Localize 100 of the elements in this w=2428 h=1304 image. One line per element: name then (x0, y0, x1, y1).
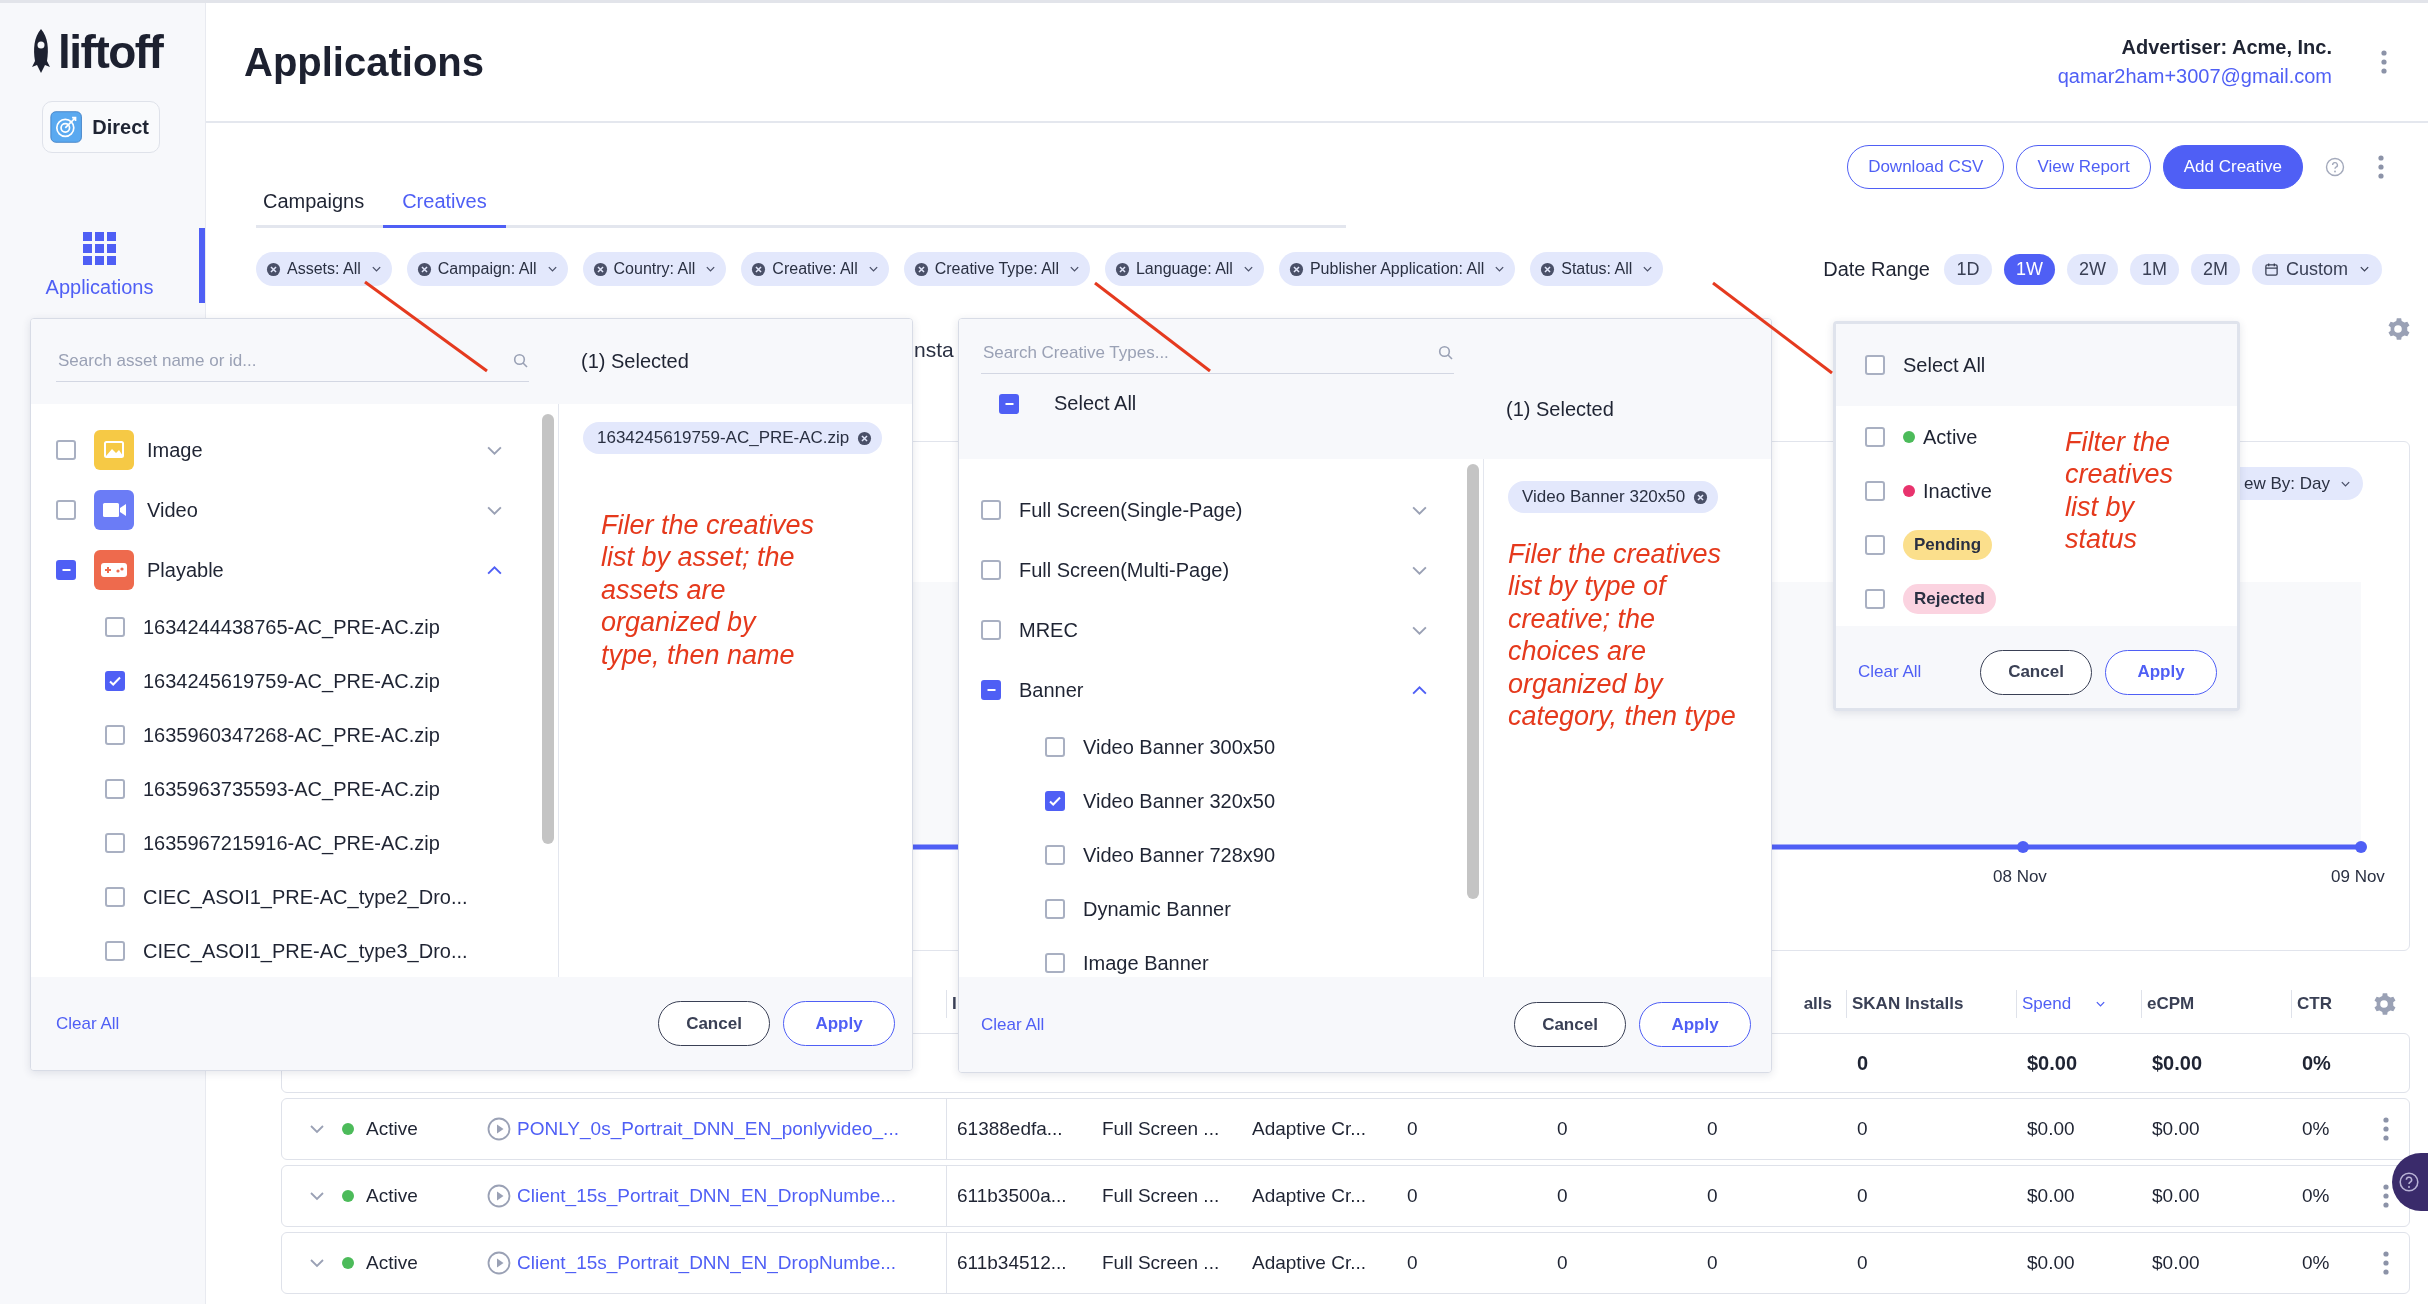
expand-icon[interactable] (309, 1191, 325, 1201)
clear-icon[interactable] (751, 261, 767, 277)
list-item-label[interactable]: CIEC_ASOI1_PRE-AC_type3_Dro... (143, 939, 468, 963)
action-button[interactable]: Download CSV (1847, 145, 2005, 189)
email-link[interactable]: qamar2ham+3007@gmail.com (2057, 65, 2332, 88)
list-item-label[interactable]: MREC (1019, 618, 1078, 642)
checkbox[interactable] (981, 560, 1001, 580)
clear-icon[interactable] (1288, 261, 1304, 277)
list-item-label[interactable]: 1634245619759-AC_PRE-AC.zip (143, 669, 440, 693)
view-by-dropdown[interactable]: ew By: Day (2238, 467, 2363, 500)
checkbox[interactable] (105, 887, 125, 907)
checkbox[interactable] (981, 500, 1001, 520)
list-item-label[interactable]: Banner (1019, 678, 1084, 702)
list-item-label[interactable]: Video Banner 320x50 (1083, 789, 1275, 813)
date-range-option[interactable]: 1W (2003, 253, 2055, 285)
filter-chip[interactable]: Language: All (1104, 252, 1264, 286)
more-icon[interactable] (2377, 154, 2385, 180)
tab[interactable]: Creatives (383, 190, 506, 228)
apply-button[interactable]: Apply (2105, 649, 2217, 695)
list-item-label[interactable]: Image Banner (1083, 951, 1209, 975)
remove-icon[interactable] (857, 430, 873, 446)
clear-icon[interactable] (416, 261, 432, 277)
more-icon[interactable] (2381, 1116, 2390, 1142)
checkbox[interactable] (981, 620, 1001, 640)
more-icon[interactable] (2381, 1250, 2390, 1276)
chevron-down-icon[interactable] (1411, 504, 1428, 516)
checkbox[interactable] (1865, 481, 1885, 501)
sort-caret-icon[interactable] (2095, 999, 2107, 1008)
checkbox[interactable] (1865, 535, 1885, 555)
custom-date-dropdown[interactable]: Custom (2252, 253, 2382, 285)
filter-chip[interactable]: Creative Type: All (903, 252, 1090, 286)
remove-icon[interactable] (1693, 489, 1709, 505)
list-item-label[interactable]: Dynamic Banner (1083, 897, 1231, 921)
clear-icon[interactable] (1540, 261, 1556, 277)
apply-button[interactable]: Apply (1639, 1002, 1751, 1047)
column-header[interactable]: Spend (2016, 989, 2141, 1018)
status-option[interactable]: Inactive (1923, 479, 1992, 503)
checkbox[interactable] (981, 680, 1001, 700)
metric-tab[interactable]: nsta (914, 338, 954, 362)
list-item-label[interactable]: CIEC_ASOI1_PRE-AC_type2_Dro... (143, 885, 468, 909)
cancel-button[interactable]: Cancel (1980, 649, 2092, 695)
account-button[interactable]: Direct (42, 101, 160, 153)
filter-chip[interactable]: Publisher Application: All (1278, 252, 1516, 286)
checkbox[interactable] (1045, 791, 1065, 811)
clear-all-link[interactable]: Clear All (56, 1013, 120, 1034)
cancel-button[interactable]: Cancel (1514, 1002, 1626, 1047)
checkbox[interactable] (56, 560, 76, 580)
column-header[interactable]: SKAN Installs (1846, 989, 2016, 1018)
list-item-label[interactable]: 1634244438765-AC_PRE-AC.zip (143, 615, 440, 639)
list-item-label[interactable]: Full Screen(Multi-Page) (1019, 558, 1230, 582)
clear-all-link[interactable]: Clear All (981, 1014, 1045, 1035)
checkbox[interactable] (1045, 953, 1065, 973)
checkbox[interactable] (56, 440, 76, 460)
checkbox[interactable] (999, 393, 1019, 414)
select-all-label[interactable]: Select All (1903, 353, 1986, 377)
select-all-label[interactable]: Select All (1054, 392, 1137, 415)
checkbox[interactable] (105, 671, 125, 691)
list-item-label[interactable]: 1635963735593-AC_PRE-AC.zip (143, 777, 440, 801)
list-item-label[interactable]: Video (147, 498, 198, 522)
list-item-label[interactable]: Image (147, 438, 203, 462)
help-icon[interactable] (2325, 157, 2345, 177)
more-icon[interactable] (2380, 49, 2388, 75)
selected-chip[interactable]: Video Banner 320x50 (1508, 481, 1719, 513)
clear-icon[interactable] (266, 261, 281, 277)
filter-chip[interactable]: Creative: All (741, 252, 889, 286)
chevron-down-icon[interactable] (1411, 624, 1428, 636)
tab[interactable]: Campaigns (256, 190, 384, 228)
chevron-down-icon[interactable] (486, 504, 503, 516)
filter-chip[interactable]: Assets: All (256, 252, 392, 286)
checkbox[interactable] (105, 941, 125, 961)
list-item-label[interactable]: Video Banner 300x50 (1083, 735, 1275, 759)
column-header[interactable]: eCPM (2141, 989, 2291, 1018)
list-item-label[interactable]: Video Banner 728x90 (1083, 843, 1275, 867)
date-range-option[interactable]: 1D (1943, 253, 1992, 285)
creative-name-link[interactable]: Client_15s_Portrait_DNN_EN_DropNumbe... (517, 1185, 897, 1207)
scrollbar[interactable] (542, 414, 554, 844)
checkbox[interactable] (105, 833, 125, 853)
search-field[interactable]: Search Creative Types... (981, 342, 1438, 364)
add-button[interactable]: Add Creative (2162, 145, 2303, 189)
creative-name-link[interactable]: PONLY_0s_Portrait_DNN_EN_ponlyvideo_... (517, 1118, 899, 1140)
chevron-down-icon[interactable] (1411, 564, 1428, 576)
list-item-label[interactable]: Full Screen(Single-Page) (1019, 498, 1243, 522)
scrollbar[interactable] (1467, 464, 1479, 899)
status-badge[interactable]: Pending (1903, 530, 1993, 560)
checkbox[interactable] (105, 779, 125, 799)
checkbox[interactable] (56, 500, 76, 520)
date-range-option[interactable]: 2W (2066, 253, 2118, 285)
action-button[interactable]: View Report (2016, 145, 2151, 189)
date-range-option[interactable]: 2M (2190, 253, 2240, 285)
list-item-label[interactable]: Playable (147, 558, 224, 582)
clear-icon[interactable] (913, 261, 929, 277)
list-item-label[interactable]: 1635967215916-AC_PRE-AC.zip (143, 831, 440, 855)
expand-icon[interactable] (309, 1258, 325, 1268)
status-option[interactable]: Active (1923, 425, 1978, 449)
checkbox[interactable] (1865, 427, 1885, 447)
chevron-up-icon[interactable] (1411, 684, 1428, 696)
checkbox[interactable] (105, 617, 125, 637)
checkbox[interactable] (1045, 899, 1065, 919)
chevron-up-icon[interactable] (486, 564, 503, 576)
creative-name-link[interactable]: Client_15s_Portrait_DNN_EN_DropNumbe... (517, 1252, 897, 1274)
